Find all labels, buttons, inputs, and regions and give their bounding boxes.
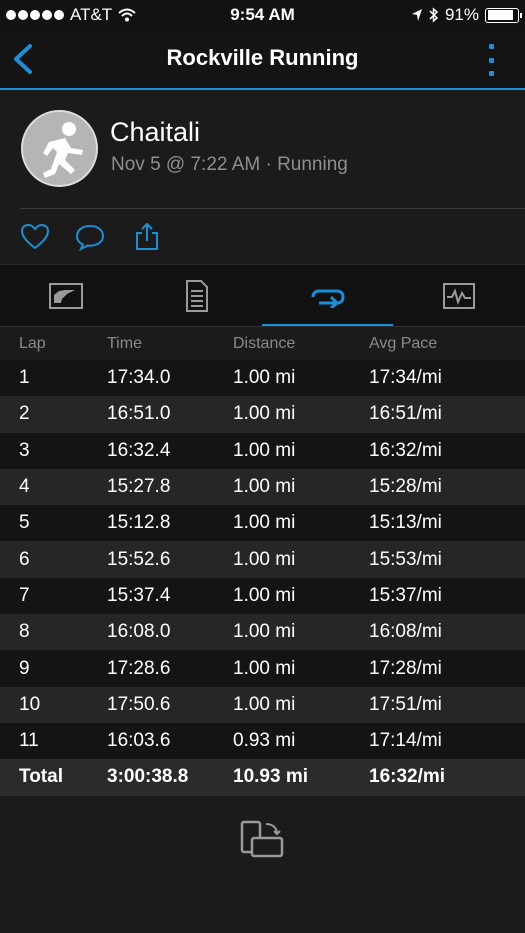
app-header: Rockville Running: [0, 30, 525, 90]
lap-avg-pace: 16:08/mi: [369, 621, 442, 643]
lap-number: 10: [19, 693, 41, 715]
table-row: 5 15:12.8 1.00 mi 15:13/mi: [0, 505, 525, 542]
lap-avg-pace: 15:28/mi: [369, 476, 442, 498]
lap-time: 15:37.4: [107, 584, 171, 606]
table-row: 2 16:51.0 1.00 mi 16:51/mi: [0, 396, 525, 433]
lap-distance: 1.00 mi: [233, 693, 296, 715]
lap-avg-pace: 17:28/mi: [369, 657, 442, 679]
lap-time: 15:52.6: [107, 548, 171, 570]
column-header-distance: Distance: [233, 334, 296, 352]
comment-button[interactable]: [75, 223, 105, 251]
lap-avg-pace: 17:14/mi: [369, 730, 442, 752]
table-row: 1 17:34.0 1.00 mi 17:34/mi: [0, 360, 525, 397]
table-row: 10 17:50.6 1.00 mi 17:51/mi: [0, 686, 525, 723]
lap-time: 16:51.0: [107, 403, 171, 425]
share-button[interactable]: [132, 223, 162, 251]
user-name: Chaitali: [110, 117, 201, 147]
more-dot: [488, 57, 494, 63]
lap-distance: 1.00 mi: [233, 476, 296, 498]
lap-rows: 1 17:34.0 1.00 mi 17:34/mi 2 16:51.0 1.00 mi 16…: [0, 360, 525, 760]
lap-avg-pace: 15:37/mi: [369, 584, 442, 606]
battery-icon: [485, 7, 522, 23]
laps-table: Lap Time Distance Avg Pace 1 17:34.0 1.00 …: [0, 326, 525, 796]
battery-percent: 91%: [444, 5, 479, 24]
lap-time: 16:03.6: [107, 730, 171, 752]
lap-distance: 1.00 mi: [233, 439, 296, 461]
lap-avg-pace: 16:32/mi: [369, 439, 442, 461]
lap-distance: 1.00 mi: [233, 512, 296, 534]
more-options-button[interactable]: [485, 44, 497, 76]
total-time: 3:00:38.8: [107, 766, 189, 788]
lap-number: 1: [19, 367, 30, 389]
lap-number: 8: [19, 621, 30, 643]
avatar[interactable]: [21, 110, 98, 187]
lap-distance: 1.00 mi: [233, 548, 296, 570]
lap-time: 15:12.8: [107, 512, 171, 534]
table-header: Lap Time Distance Avg Pace: [0, 326, 525, 360]
lap-avg-pace: 15:13/mi: [369, 512, 442, 534]
table-row: 6 15:52.6 1.00 mi 15:53/mi: [0, 541, 525, 578]
more-dot: [488, 44, 494, 49]
laps-loop-icon: [311, 289, 345, 308]
tab-charts[interactable]: [393, 265, 524, 327]
tab-details[interactable]: [131, 265, 262, 327]
total-distance: 10.93 mi: [233, 766, 308, 788]
document-icon: [185, 280, 208, 312]
page-title: Rockville Running: [166, 45, 359, 70]
tab-laps[interactable]: [262, 265, 393, 327]
total-avg-pace: 16:32/mi: [369, 766, 446, 788]
lap-time: 16:08.0: [107, 621, 171, 643]
lap-number: 9: [19, 657, 30, 679]
lap-number: 2: [19, 403, 30, 425]
lap-time: 17:34.0: [107, 367, 171, 389]
table-row: 9 17:28.6 1.00 mi 17:28/mi: [0, 650, 525, 687]
activity-meta: Nov 5 @ 7:22 AM · Running: [111, 154, 348, 175]
lap-time: 17:50.6: [107, 693, 171, 715]
table-row: 7 15:37.4 1.00 mi 15:37/mi: [0, 577, 525, 615]
table-row: 8 16:08.0 1.00 mi 16:08/mi: [0, 614, 525, 651]
column-header-lap: Lap: [19, 334, 46, 352]
column-header-time: Time: [107, 334, 142, 352]
status-bar: AT&T 9:54 AM 91%: [0, 0, 525, 30]
bluetooth-icon: [429, 7, 439, 23]
overview-chart-icon: [48, 283, 83, 309]
lap-avg-pace: 15:53/mi: [369, 548, 442, 570]
lap-time: 17:28.6: [107, 657, 171, 679]
table-row: 4 15:27.8 1.00 mi 15:28/mi: [0, 468, 525, 506]
lap-number: 3: [19, 439, 30, 461]
lap-distance: 1.00 mi: [233, 403, 296, 425]
lap-number: 6: [19, 548, 30, 570]
lap-distance: 1.00 mi: [233, 621, 296, 643]
like-button[interactable]: [20, 223, 50, 251]
lap-avg-pace: 16:51/mi: [369, 403, 442, 425]
lap-time: 15:27.8: [107, 476, 171, 498]
lap-time: 16:32.4: [107, 439, 171, 461]
lap-number: 11: [19, 730, 39, 752]
lap-distance: 0.93 mi: [233, 730, 296, 752]
social-actions: [0, 209, 525, 264]
lap-avg-pace: 17:51/mi: [369, 693, 442, 715]
table-row: 11 16:03.6 0.93 mi 17:14/mi: [0, 722, 525, 760]
more-dot: [488, 71, 494, 76]
location-arrow-icon: [411, 9, 422, 21]
total-label: Total: [19, 766, 63, 788]
activity-profile: Chaitali Nov 5 @ 7:22 AM · Running: [0, 92, 525, 208]
tab-overview[interactable]: [0, 265, 131, 327]
rotate-screen-button[interactable]: [240, 818, 286, 860]
activity-graph-icon: [442, 283, 475, 309]
lap-distance: 1.00 mi: [233, 584, 296, 606]
lap-number: 5: [19, 512, 30, 534]
lap-avg-pace: 17:34/mi: [369, 367, 442, 389]
status-right: 91%: [411, 5, 522, 25]
lap-number: 7: [19, 584, 30, 606]
activity-tabs: [0, 264, 525, 327]
lap-number: 4: [19, 476, 30, 498]
column-header-avg-pace: Avg Pace: [369, 334, 438, 352]
runner-icon: [43, 122, 83, 178]
lap-distance: 1.00 mi: [233, 657, 296, 679]
table-row-total: Total 3:00:38.8 10.93 mi 16:32/mi: [0, 759, 525, 796]
lap-distance: 1.00 mi: [233, 367, 296, 389]
table-row: 3 16:32.4 1.00 mi 16:32/mi: [0, 432, 525, 469]
